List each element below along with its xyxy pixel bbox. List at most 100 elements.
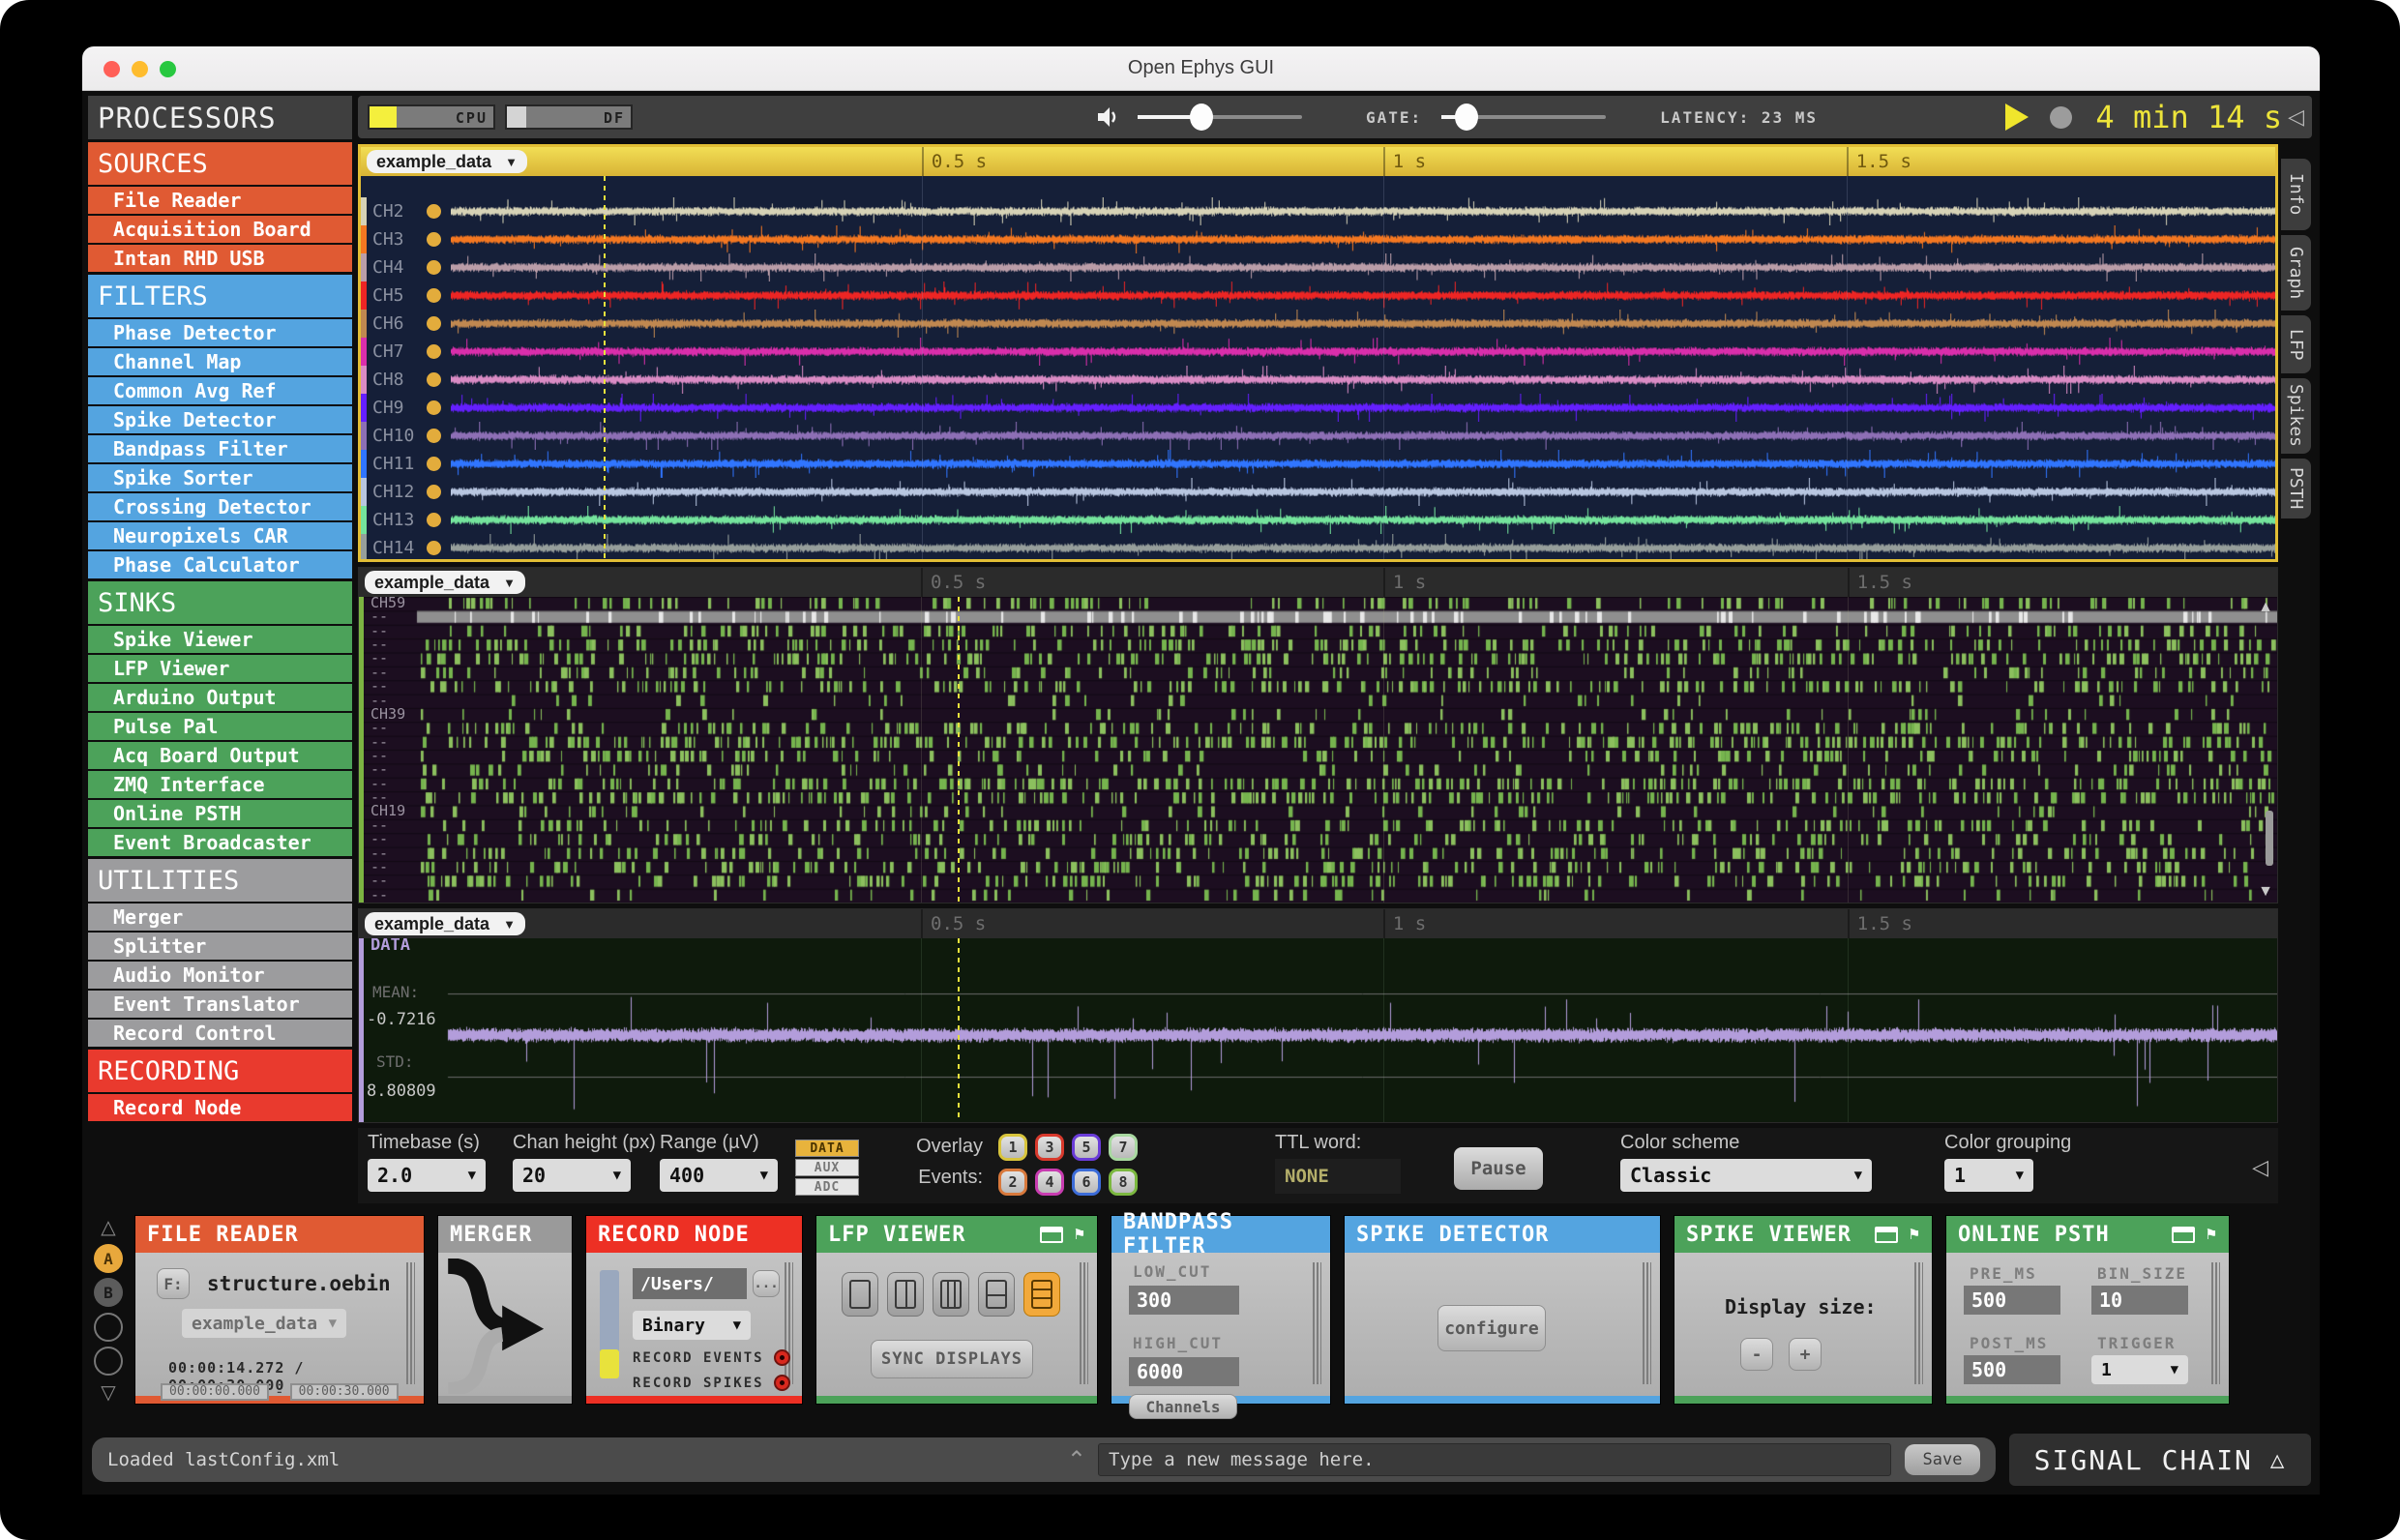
file-stream-dropdown[interactable]: example_data ▼	[182, 1309, 346, 1338]
raster-area[interactable]: ▲ ▼ CH59 -- -- -- -- -- -- -- CH39 -- -- -- -- -- -- CH…	[359, 597, 2277, 903]
layout-3col-button[interactable]	[933, 1272, 969, 1317]
volume-slider[interactable]	[1138, 104, 1302, 131]
node-record-node[interactable]: RECORD NODE /Users/ ... Binary ▼ RECORD E…	[585, 1215, 803, 1405]
sidebar-item-phase-calculator[interactable]: Phase Calculator	[88, 551, 352, 578]
pre-ms-field[interactable]: 500	[1964, 1286, 2060, 1315]
audio-b-button[interactable]: B	[94, 1278, 123, 1308]
single-source-dropdown[interactable]: example_data ▼	[365, 912, 525, 935]
sidebar-item-acq-board-output[interactable]: Acq Board Output	[88, 742, 352, 769]
drag-handle[interactable]	[1643, 1262, 1651, 1384]
sidebar-item-intan-rhd-usb[interactable]: Intan RHD USB	[88, 245, 352, 272]
layout-3row-button[interactable]	[1023, 1272, 1060, 1317]
end-time-field[interactable]: 00:00:30.000	[289, 1382, 399, 1401]
configure-button[interactable]: configure	[1437, 1305, 1546, 1351]
overlay-event-8-button[interactable]: 8	[1109, 1169, 1138, 1196]
node-spike-viewer[interactable]: SPIKE VIEWER ⚑ Display size: - +	[1674, 1215, 1933, 1405]
channel-enable-dot[interactable]	[427, 316, 441, 331]
lfp-channel-row[interactable]: CH5	[361, 281, 2275, 310]
open-tab-icon[interactable]: ⚑	[1910, 1225, 1920, 1244]
chevron-up-icon[interactable]: ⌃	[1067, 1446, 1086, 1474]
open-window-icon[interactable]	[1039, 1226, 1063, 1243]
channel-enable-dot[interactable]	[427, 204, 441, 219]
node-online-psth[interactable]: ONLINE PSTH ⚑ PRE_MS 500 BIN_SIZE 10 POS…	[1945, 1215, 2230, 1405]
node-file-reader[interactable]: FILE READER F: structure.oebin example_d…	[134, 1215, 425, 1405]
disk-space-knob[interactable]	[600, 1349, 619, 1378]
open-window-icon[interactable]	[2171, 1226, 2195, 1243]
channel-enable-dot[interactable]	[427, 429, 441, 443]
channel-enable-dot[interactable]	[427, 260, 441, 275]
sidebar-item-spike-sorter[interactable]: Spike Sorter	[88, 464, 352, 491]
signal-type-data-button[interactable]: DATA	[795, 1140, 859, 1157]
sidebar-item-online-psth[interactable]: Online PSTH	[88, 800, 352, 827]
viewport-tab-graph[interactable]: Graph	[2281, 235, 2311, 311]
overlay-event-7-button[interactable]: 7	[1109, 1134, 1138, 1161]
open-window-icon[interactable]	[1874, 1226, 1898, 1243]
channel-enable-dot[interactable]	[427, 288, 441, 303]
low-cut-field[interactable]: 300	[1129, 1286, 1239, 1315]
viewport-tab-spikes[interactable]: Spikes	[2281, 378, 2311, 454]
raster-scrollbar[interactable]	[2266, 811, 2273, 867]
channel-enable-dot[interactable]	[427, 485, 441, 499]
sidebar-item-event-broadcaster[interactable]: Event Broadcaster	[88, 829, 352, 856]
drag-handle[interactable]	[785, 1262, 793, 1384]
overlay-event-2-button[interactable]: 2	[998, 1169, 1027, 1196]
channel-enable-dot[interactable]	[427, 457, 441, 471]
overlay-event-5-button[interactable]: 5	[1072, 1134, 1101, 1161]
color-grouping-dropdown[interactable]: 1 ▼	[1944, 1159, 2033, 1192]
trigger-dropdown[interactable]: 1 ▼	[2091, 1355, 2188, 1384]
sidebar-item-phase-detector[interactable]: Phase Detector	[88, 319, 352, 346]
collapse-options-icon[interactable]: ◁	[2252, 1155, 2268, 1180]
sidebar-item-channel-map[interactable]: Channel Map	[88, 348, 352, 375]
chain-down-icon[interactable]: ▽	[101, 1380, 115, 1405]
drag-handle[interactable]	[1080, 1262, 1088, 1384]
sidebar-item-spike-detector[interactable]: Spike Detector	[88, 406, 352, 433]
scroll-up-icon[interactable]: ▲	[2258, 599, 2273, 616]
sidebar-item-file-reader[interactable]: File Reader	[88, 187, 352, 214]
lfp-channel-row[interactable]: CH2	[361, 197, 2275, 225]
lfp-channel-row[interactable]: CH13	[361, 506, 2275, 534]
lfp-channel-row[interactable]: CH4	[361, 253, 2275, 281]
lfp-channel-row[interactable]: CH11	[361, 450, 2275, 478]
open-tab-icon[interactable]: ⚑	[2207, 1225, 2217, 1244]
channel-enable-dot[interactable]	[427, 541, 441, 555]
sidebar-item-audio-monitor[interactable]: Audio Monitor	[88, 962, 352, 989]
display-size-plus-button[interactable]: +	[1789, 1338, 1822, 1371]
lfp-traces-area[interactable]: CH2 CH3 CH4 CH5 CH6 CH7 CH8 CH9 CH10 CH11 CH12 CH13…	[361, 176, 2275, 559]
open-tab-icon[interactable]: ⚑	[1075, 1225, 1085, 1244]
channels-button[interactable]: Channels	[1129, 1394, 1237, 1419]
sidebar-item-record-node[interactable]: Record Node	[88, 1094, 352, 1121]
layout-single-button[interactable]	[842, 1272, 878, 1317]
display-size-minus-button[interactable]: -	[1740, 1338, 1773, 1371]
sidebar-item-crossing-detector[interactable]: Crossing Detector	[88, 493, 352, 520]
channel-enable-dot[interactable]	[427, 372, 441, 387]
audio-a-button[interactable]: A	[94, 1244, 123, 1274]
pause-button[interactable]: Pause	[1454, 1147, 1543, 1190]
node-bandpass-filter[interactable]: BANDPASS FILTER LOW_CUT 300 HIGH_CUT 600…	[1111, 1210, 1331, 1419]
sidebar-item-splitter[interactable]: Splitter	[88, 933, 352, 960]
lfp-channel-row[interactable]: CH8	[361, 366, 2275, 394]
sidebar-item-spike-viewer[interactable]: Spike Viewer	[88, 626, 352, 653]
overlay-event-4-button[interactable]: 4	[1035, 1169, 1064, 1196]
lfp-channel-row[interactable]: CH6	[361, 310, 2275, 338]
gate-slider[interactable]	[1441, 104, 1607, 131]
viewport-tab-lfp[interactable]: LFP	[2281, 315, 2311, 373]
sidebar-item-zmq-interface[interactable]: ZMQ Interface	[88, 771, 352, 798]
sidebar-item-common-avg-ref[interactable]: Common Avg Ref	[88, 377, 352, 404]
sidebar-item-record-control[interactable]: Record Control	[88, 1020, 352, 1047]
sidebar-item-arduino-output[interactable]: Arduino Output	[88, 684, 352, 711]
collapse-control-panel-icon[interactable]: ◁	[2288, 104, 2304, 130]
new-message-input[interactable]	[1098, 1443, 1891, 1476]
lfp-channel-row[interactable]: CH3	[361, 225, 2275, 253]
lfp-channel-row[interactable]: CH12	[361, 478, 2275, 506]
sidebar-item-neuropixels-car[interactable]: Neuropixels CAR	[88, 522, 352, 549]
viewport-tab-psth[interactable]: PSTH	[2281, 459, 2311, 518]
post-ms-field[interactable]: 500	[1964, 1355, 2060, 1384]
sidebar-item-acquisition-board[interactable]: Acquisition Board	[88, 216, 352, 243]
signal-type-adc-button[interactable]: ADC	[795, 1178, 859, 1196]
overlay-event-6-button[interactable]: 6	[1072, 1169, 1101, 1196]
overlay-event-3-button[interactable]: 3	[1035, 1134, 1064, 1161]
layout-2row-button[interactable]	[978, 1272, 1015, 1317]
signal-chain-badge[interactable]: SIGNAL CHAIN △	[2009, 1434, 2311, 1486]
high-cut-field[interactable]: 6000	[1129, 1357, 1239, 1386]
raster-source-dropdown[interactable]: example_data ▼	[365, 571, 525, 594]
